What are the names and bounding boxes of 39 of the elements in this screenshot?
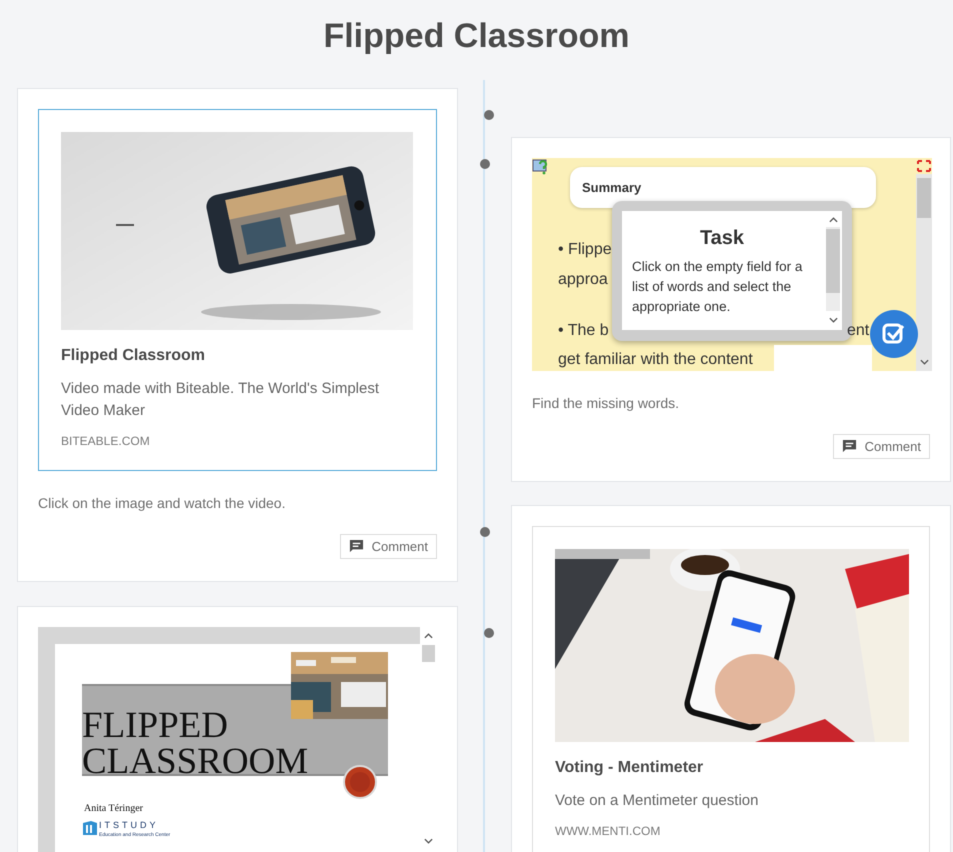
logo-icon xyxy=(83,821,97,835)
exercise-text: • The b xyxy=(558,321,609,341)
slide-title: CLASSROOM xyxy=(82,744,308,780)
fullscreen-icon[interactable] xyxy=(917,160,931,172)
link-preview-card[interactable]: Voting - Mentimeter Vote on a Mentimeter question WWW.MENTI.COM xyxy=(532,526,930,852)
exercise-text: ent xyxy=(847,321,870,341)
comment-button[interactable]: Comment xyxy=(832,434,930,459)
link-description: Video made with Biteable. The World's Simplest Video Maker xyxy=(61,379,380,421)
page-title: Flipped Classroom xyxy=(323,16,630,56)
exercise-text: get familiar with the content xyxy=(558,350,753,370)
link-preview-card[interactable]: Flipped Classroom Video made with Biteable. The World's Simplest Video Maker BITEABLE.COM xyxy=(38,109,437,471)
link-title: Flipped Classroom xyxy=(61,346,206,366)
chevron-down-icon[interactable] xyxy=(424,838,433,844)
task-title: Task xyxy=(698,226,746,251)
post-caption: Find the missing words. xyxy=(532,394,680,413)
chevron-down-icon[interactable] xyxy=(829,317,838,323)
help-icon[interactable] xyxy=(532,158,550,176)
link-title: Voting - Mentimeter xyxy=(555,758,704,778)
exercise-text: approa xyxy=(558,270,608,290)
logo-text: ITSTUDY xyxy=(99,821,159,830)
chevron-down-icon[interactable] xyxy=(920,359,929,365)
post-caption: Click on the image and watch the video. xyxy=(38,494,286,513)
scrollbar[interactable] xyxy=(826,227,840,311)
link-description: Vote on a Mentimeter question xyxy=(555,791,760,811)
chevron-up-icon[interactable] xyxy=(829,217,838,223)
seal-icon xyxy=(343,765,377,799)
blank-field[interactable] xyxy=(774,345,872,371)
comment-icon xyxy=(842,439,857,454)
check-button[interactable] xyxy=(870,310,918,358)
slide-title: FLIPPED xyxy=(82,708,229,744)
link-domain: BITEABLE.COM xyxy=(61,433,151,450)
scrollbar[interactable] xyxy=(916,174,932,371)
chevron-up-icon[interactable] xyxy=(424,633,433,639)
comment-icon xyxy=(348,539,364,554)
slide-author: Anita Téringer xyxy=(84,802,143,816)
link-domain: WWW.MENTI.COM xyxy=(555,823,662,840)
exercise-text: • Flippe xyxy=(558,240,612,260)
task-text: Click on the empty field for a list of words and select the appropriate one. xyxy=(632,258,804,316)
comment-button[interactable]: Comment xyxy=(340,534,437,559)
